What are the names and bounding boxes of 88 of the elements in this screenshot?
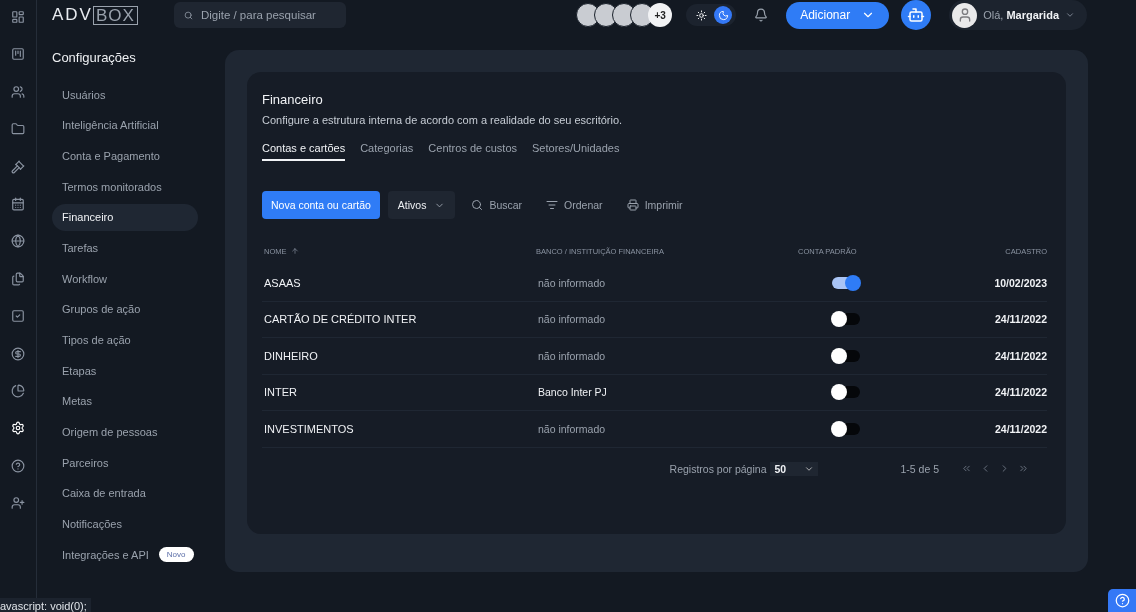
robot-button[interactable]: [901, 0, 932, 30]
sidebar-item[interactable]: Tipos de ação: [52, 326, 198, 354]
dashboard-icon[interactable]: [11, 10, 25, 24]
greeting: Olá, Margarida: [983, 9, 1059, 21]
status-dropdown[interactable]: Ativos: [387, 191, 456, 219]
table-cell: Banco Inter PJ: [536, 374, 798, 411]
print-button[interactable]: Imprimir: [618, 191, 691, 219]
table-cell: não informado: [536, 265, 798, 302]
page-range: 1-5 de 5: [900, 462, 939, 475]
print-icon: [626, 199, 639, 211]
sidebar-item[interactable]: Integrações e API Novo: [52, 541, 198, 569]
new-account-button[interactable]: Nova conta ou cartão: [262, 191, 380, 219]
search-input[interactable]: Digite / para pesquisar: [200, 9, 336, 21]
sidebar-item[interactable]: Inteligência Artificial: [52, 111, 198, 139]
per-page-select[interactable]: 50: [770, 461, 819, 476]
tab[interactable]: Centros de custos: [428, 142, 517, 161]
table-cell: 10/02/2023: [924, 265, 1047, 302]
table-cell: 24/11/2022: [924, 301, 1047, 338]
add-button[interactable]: Adicionar: [786, 1, 890, 29]
add-user-icon[interactable]: [11, 496, 25, 511]
user-menu[interactable]: Olá, Margarida: [949, 0, 1087, 30]
sort-icon: [546, 199, 559, 211]
table-cell: não informado: [536, 338, 798, 375]
dollar-icon[interactable]: [11, 346, 25, 361]
sidebar-title: Configurações: [52, 50, 137, 65]
notifications-icon[interactable]: [754, 8, 769, 22]
tab[interactable]: Setores/Unidades: [532, 142, 620, 161]
last-page-icon[interactable]: [1018, 463, 1029, 474]
globe-icon[interactable]: [11, 234, 25, 249]
sort-button[interactable]: Ordenar: [538, 191, 611, 219]
default-account-switch[interactable]: [832, 422, 860, 435]
table-cell: 24/11/2022: [924, 338, 1047, 375]
default-account-switch[interactable]: [832, 276, 860, 289]
files-icon[interactable]: [11, 271, 25, 286]
table-cell: INTER: [262, 374, 536, 411]
table-cell: DINHEIRO: [262, 338, 536, 375]
sidebar-item[interactable]: Usuários: [52, 81, 198, 108]
new-badge: Novo: [158, 547, 194, 563]
board-icon[interactable]: [11, 47, 25, 62]
sidebar-item[interactable]: Origem de pessoas: [52, 418, 198, 446]
moon-icon[interactable]: [714, 6, 733, 24]
avatar: [952, 2, 978, 28]
search-button[interactable]: Buscar: [463, 191, 531, 219]
sidebar-item[interactable]: Tarefas: [52, 234, 198, 262]
sidebar-item[interactable]: Grupos de ação: [52, 295, 198, 323]
caret-icon: [1065, 10, 1075, 20]
status-bar-url: avascript: void(0);: [0, 598, 91, 612]
tab[interactable]: Contas e cartões: [262, 142, 346, 161]
folder-icon[interactable]: [11, 122, 25, 137]
help-icon: [1114, 593, 1130, 608]
search-bar[interactable]: Digite / para pesquisar: [173, 2, 346, 28]
sidebar-item[interactable]: Etapas: [52, 357, 198, 385]
default-account-switch[interactable]: [832, 349, 860, 362]
gavel-icon[interactable]: [11, 159, 25, 174]
sort-arrow-icon: [290, 247, 299, 255]
checkbox-icon[interactable]: [11, 309, 25, 324]
sidebar-item[interactable]: Caixa de entrada: [52, 479, 198, 507]
pie-chart-icon[interactable]: [11, 383, 25, 398]
calendar-icon[interactable]: [11, 196, 25, 211]
section-description: Configure a estrutura interna de acordo com a realidade do seu escritório.: [262, 114, 624, 126]
table-cell: 24/11/2022: [924, 374, 1047, 411]
more-users-badge[interactable]: +3: [648, 3, 673, 27]
table-cell: ASAAS: [262, 265, 536, 302]
per-page-label: Registros por página: [669, 462, 767, 475]
settings-icon[interactable]: [11, 421, 25, 436]
default-account-switch[interactable]: [832, 313, 860, 326]
default-account-switch[interactable]: [832, 386, 860, 399]
first-page-icon[interactable]: [961, 463, 972, 474]
users-icon[interactable]: [11, 84, 25, 99]
table-cell: INVESTIMENTOS: [262, 411, 536, 448]
sidebar-item[interactable]: Workflow: [52, 265, 198, 293]
sidebar-item[interactable]: Metas: [52, 387, 198, 415]
table-cell: CARTÃO DE CRÉDITO INTER: [262, 301, 536, 338]
table-cell: 24/11/2022: [924, 411, 1047, 448]
sidebar-item[interactable]: Conta e Pagamento: [52, 142, 198, 170]
help-icon[interactable]: [11, 458, 25, 473]
table-cell: não informado: [536, 411, 798, 448]
search-icon: [471, 199, 484, 211]
sidebar-item[interactable]: Termos monitorados: [52, 173, 198, 201]
sidebar-item[interactable]: Parceiros: [52, 449, 198, 477]
tab[interactable]: Categorias: [360, 142, 414, 161]
table-cell: não informado: [536, 301, 798, 338]
sidebar-item[interactable]: Financeiro: [52, 203, 198, 231]
robot-icon: [907, 6, 926, 24]
theme-toggle[interactable]: [686, 4, 737, 26]
sidebar-item[interactable]: Notificações: [52, 510, 198, 538]
help-button[interactable]: [1108, 589, 1136, 612]
section-title: Financeiro: [262, 92, 324, 107]
